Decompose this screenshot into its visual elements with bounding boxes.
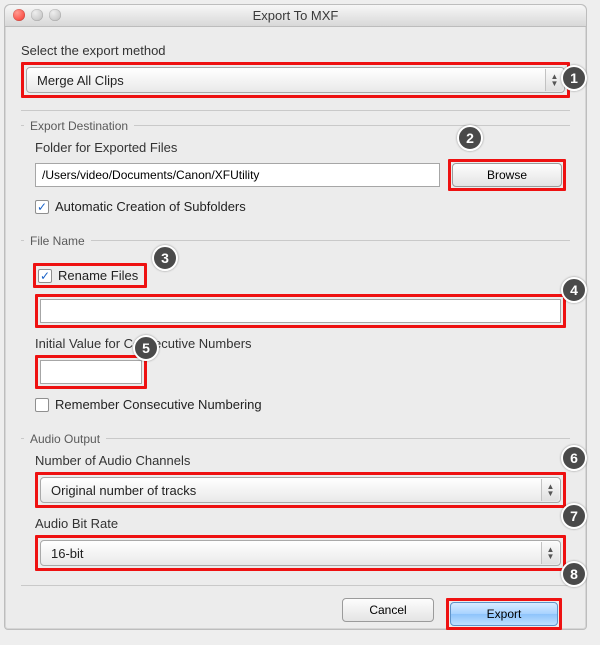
audio-output-title: Audio Output (24, 432, 106, 446)
callout-4: 4 (561, 277, 587, 303)
cancel-button[interactable]: Cancel (342, 598, 434, 622)
initial-value-label: Initial Value for Consecutive Numbers (25, 336, 566, 351)
window-title: Export To MXF (253, 8, 339, 23)
chevron-updown-icon: ▲▼ (541, 542, 559, 564)
callout-5: 5 (133, 335, 159, 361)
close-icon[interactable] (13, 9, 25, 21)
callout-1: 1 (561, 65, 587, 91)
audio-bitrate-value: 16-bit (51, 546, 84, 561)
export-destination-title: Export Destination (24, 119, 134, 133)
chevron-updown-icon: ▲▼ (541, 479, 559, 501)
callout-2: 2 (457, 125, 483, 151)
initial-value-input[interactable] (40, 360, 142, 384)
audio-channels-value: Original number of tracks (51, 483, 196, 498)
titlebar: Export To MXF (5, 5, 586, 27)
remember-numbering-label: Remember Consecutive Numbering (55, 397, 262, 412)
select-method-label: Select the export method (21, 43, 570, 58)
callout-3: 3 (152, 245, 178, 271)
rename-files-label: Rename Files (58, 268, 138, 283)
audio-bitrate-select[interactable]: 16-bit ▲▼ (40, 540, 561, 566)
folder-label: Folder for Exported Files (25, 140, 566, 155)
callout-7: 7 (561, 503, 587, 529)
audio-channels-label: Number of Audio Channels (25, 453, 566, 468)
browse-button[interactable]: Browse (452, 163, 562, 187)
callout-8: 8 (561, 561, 587, 587)
minimize-icon[interactable] (31, 9, 43, 21)
zoom-icon[interactable] (49, 9, 61, 21)
export-dialog: Export To MXF 1 2 3 4 5 6 7 8 Select the… (4, 4, 587, 630)
export-button[interactable]: Export (450, 602, 558, 626)
auto-subfolders-checkbox[interactable]: ✓ (35, 200, 49, 214)
folder-path-input[interactable] (35, 163, 440, 187)
rename-files-checkbox[interactable]: ✓ (38, 269, 52, 283)
file-name-title: File Name (24, 234, 91, 248)
export-method-value: Merge All Clips (37, 73, 124, 88)
remember-numbering-checkbox[interactable] (35, 398, 49, 412)
file-name-input[interactable] (40, 299, 561, 323)
auto-subfolders-label: Automatic Creation of Subfolders (55, 199, 246, 214)
export-method-select[interactable]: Merge All Clips ▲▼ (26, 67, 565, 93)
audio-bitrate-label: Audio Bit Rate (25, 516, 566, 531)
audio-channels-select[interactable]: Original number of tracks ▲▼ (40, 477, 561, 503)
callout-6: 6 (561, 445, 587, 471)
